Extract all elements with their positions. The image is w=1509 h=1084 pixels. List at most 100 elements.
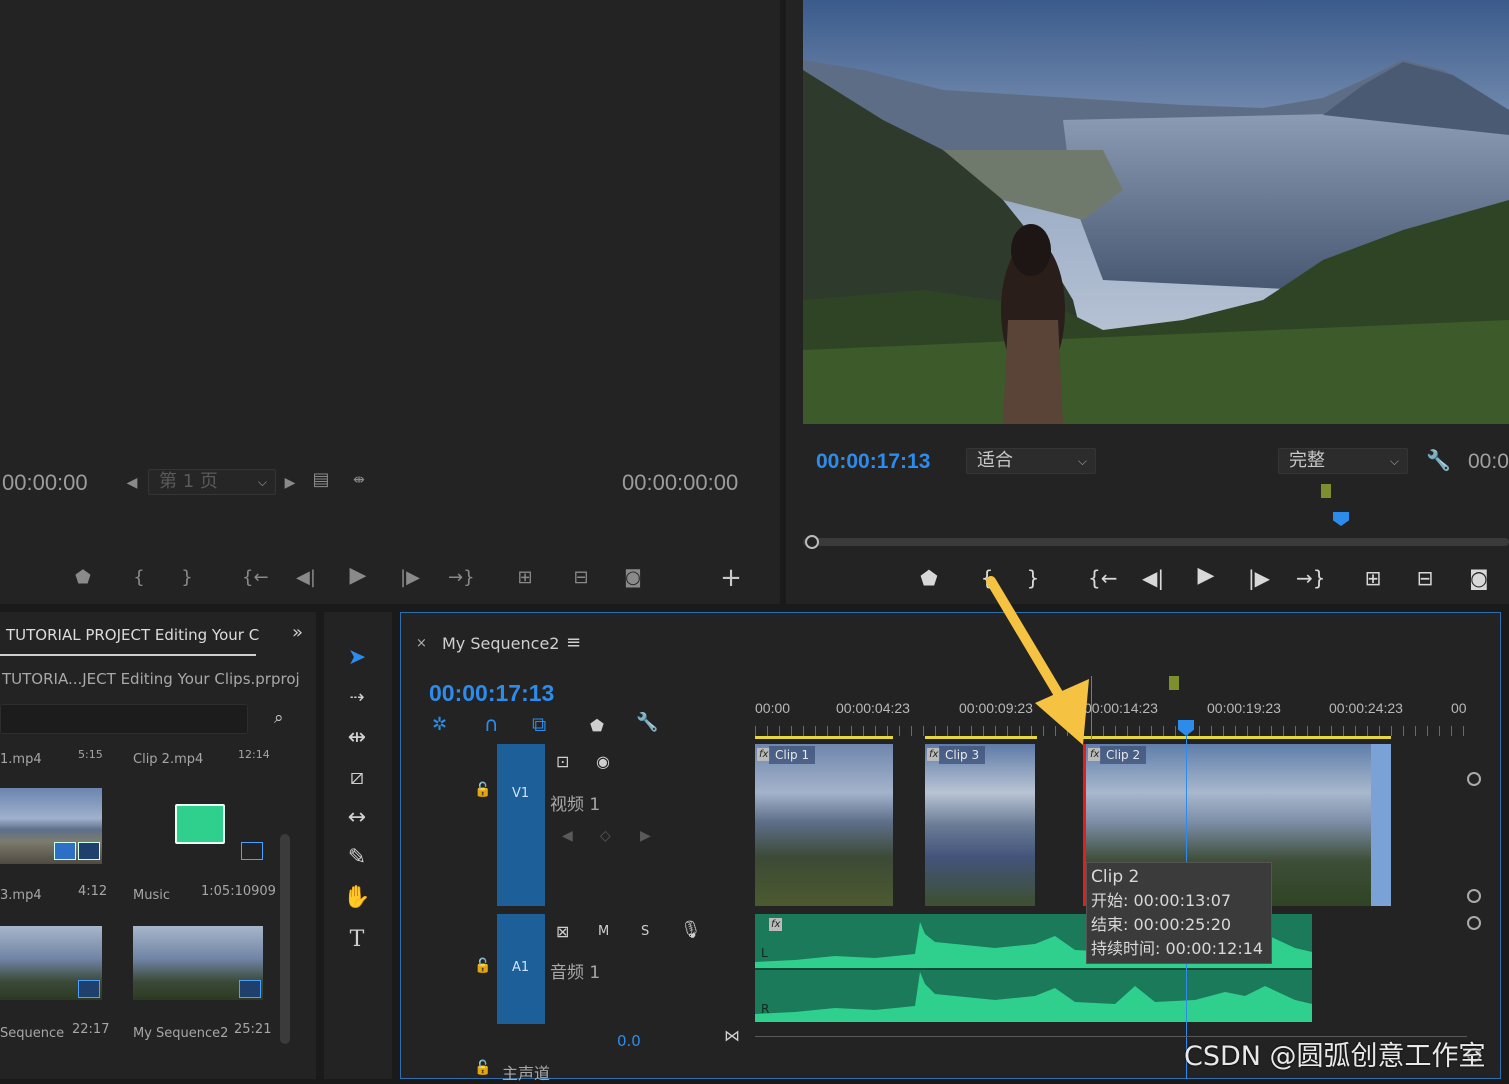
play-icon[interactable]: ▶ [346, 565, 370, 587]
next-page-icon[interactable]: ▶ [282, 473, 298, 493]
program-duration: 00:0 [1468, 450, 1509, 473]
scroll-handle-icon[interactable] [805, 535, 819, 549]
sequence-tab-title[interactable]: My Sequence2 [442, 634, 559, 653]
in-point-marker[interactable] [1169, 676, 1179, 690]
v1-target[interactable]: V1 [497, 744, 545, 906]
mix-volume-value[interactable]: 0.0 [617, 1032, 641, 1050]
razor-tool-icon[interactable]: ⧄ [336, 760, 378, 796]
prev-keyframe-icon[interactable]: ◀ [562, 828, 573, 844]
ruler-label: 00:00:04:23 [836, 700, 910, 716]
slip-tool-icon[interactable]: ↔ [336, 800, 378, 836]
work-area-bar[interactable] [755, 736, 893, 739]
pen-tool-icon[interactable]: ✎ [336, 840, 378, 876]
camera-icon[interactable]: ◙ [1466, 568, 1492, 588]
sequence2-thumbnail[interactable] [133, 926, 263, 1000]
menu-icon[interactable]: ≡ [566, 632, 581, 653]
add-marker-icon[interactable]: ⬟ [590, 716, 604, 735]
extract-icon[interactable]: ⊟ [1410, 568, 1440, 588]
add-keyframe-icon[interactable]: ◇ [600, 828, 611, 844]
v1-track-name: 视频 1 [550, 795, 601, 815]
go-to-out-icon[interactable]: →} [1296, 568, 1325, 588]
timeline-timecode[interactable]: 00:00:17:13 [429, 680, 554, 707]
step-back-icon[interactable]: ◀| [294, 568, 318, 588]
snap-icon[interactable]: ∩ [484, 712, 499, 736]
type-tool-icon[interactable]: T [336, 922, 378, 958]
eye-icon[interactable]: ◉ [596, 752, 610, 771]
item-2-duration: 12:14 [238, 748, 270, 761]
program-mini-ruler[interactable] [803, 484, 1509, 532]
selection-tool-icon[interactable]: ➤ [336, 640, 378, 676]
mute-button[interactable]: M [598, 924, 609, 939]
sequence-thumbnail[interactable] [0, 926, 102, 1000]
track-lock-icon[interactable]: 🔓 [474, 1060, 491, 1076]
play-icon[interactable]: ▶ [1194, 565, 1218, 587]
clip-thumbnail[interactable] [0, 788, 102, 864]
clip-label: Clip 2 [1100, 746, 1147, 764]
mix-track-name: 主声道 [502, 1064, 551, 1083]
zoom-scrollbar[interactable] [803, 535, 1509, 549]
ripple-edit-tool-icon[interactable]: ⇹ [336, 720, 378, 756]
nest-icon[interactable]: ✲ [432, 714, 447, 735]
wrench-icon[interactable]: 🔧 [1426, 450, 1451, 470]
in-point-marker[interactable] [1321, 484, 1331, 498]
sync-lock-icon[interactable]: ⊠ [556, 922, 569, 941]
clip-3[interactable]: fx Clip 3 [925, 744, 1035, 906]
solo-button[interactable]: S [641, 924, 649, 939]
mark-out-icon[interactable]: } [176, 568, 198, 588]
playhead-icon[interactable] [1333, 512, 1349, 526]
film-icon[interactable]: ▤ [308, 470, 334, 490]
timeline-ruler[interactable]: 00:00 00:00:04:23 00:00:09:23 00:00:14:2… [755, 676, 1467, 740]
scroll-handle-icon[interactable] [1467, 889, 1481, 903]
page-select[interactable]: 第 1 页 ⌵ [148, 469, 276, 495]
project-tab[interactable]: TUTORIAL PROJECT Editing Your C [0, 624, 259, 656]
marker-icon[interactable]: ⬟ [918, 568, 940, 588]
expand-panels-icon[interactable]: » [292, 622, 303, 643]
find-icon[interactable]: ⌕ [274, 708, 284, 728]
item-6-name: My Sequence2 [133, 1026, 229, 1041]
go-to-out-icon[interactable]: →} [448, 568, 475, 588]
program-monitor: 00:00:17:13 适合 ⌵ 完整 ⌵ 🔧 00:0 ⬟ { } {← ◀|… [786, 0, 1509, 604]
source-timecode-in[interactable]: 00:00:00 [2, 470, 88, 496]
scroll-handle-icon[interactable] [1467, 772, 1481, 786]
insert-icon[interactable]: ⊞ [510, 568, 540, 588]
marker-icon[interactable]: ⬟ [72, 568, 94, 588]
prev-page-icon[interactable]: ◀ [124, 473, 140, 493]
track-select-tool-icon[interactable]: ⇢ [336, 680, 378, 716]
clip-1[interactable]: fx Clip 1 [755, 744, 893, 906]
project-scrollbar[interactable] [280, 834, 290, 1044]
step-back-icon[interactable]: ◀| [1140, 568, 1166, 588]
work-area-bar[interactable] [1081, 736, 1391, 739]
tooltip-title: Clip 2 [1091, 867, 1140, 887]
search-input[interactable] [0, 704, 248, 734]
lift-icon[interactable]: ⊞ [1358, 568, 1388, 588]
toggle-sync-icon[interactable]: ⊡ [556, 752, 569, 771]
step-forward-icon[interactable]: |▶ [398, 568, 422, 588]
microphone-icon[interactable]: 🎙 [680, 920, 702, 940]
mix-toggle-icon[interactable]: ⋈ [724, 1026, 740, 1045]
overwrite-icon[interactable]: ⊟ [566, 568, 596, 588]
step-forward-icon[interactable]: |▶ [1246, 568, 1272, 588]
ruler-label: 00:00:14:23 [1084, 700, 1158, 716]
track-lock-icon[interactable]: 🔓 [474, 782, 491, 798]
mark-in-icon[interactable]: { [128, 568, 150, 588]
close-icon[interactable]: × [416, 636, 427, 651]
camera-icon[interactable]: ◙ [620, 568, 646, 588]
ruler-label: 00:00:24:23 [1329, 700, 1403, 716]
a1-target[interactable]: A1 [497, 914, 545, 1024]
quality-select[interactable]: 完整 ⌵ [1278, 448, 1408, 474]
add-button-icon[interactable]: + [718, 565, 744, 591]
fit-select[interactable]: 适合 ⌵ [966, 448, 1096, 474]
timeline-settings-icon[interactable]: 🔧 [636, 712, 658, 733]
linked-selection-icon[interactable]: ⧉ [532, 712, 546, 736]
drag-audio-icon[interactable]: ⇼ [346, 470, 372, 490]
program-timecode[interactable]: 00:00:17:13 [816, 450, 930, 474]
hand-tool-icon[interactable]: ✋ [336, 880, 378, 916]
item-3-name: 3.mp4 [0, 888, 42, 903]
go-to-in-icon[interactable]: {← [242, 568, 269, 588]
scroll-handle-icon[interactable] [1467, 916, 1481, 930]
clip-end-handle[interactable] [1371, 744, 1391, 906]
music-thumbnail[interactable] [133, 788, 263, 864]
ruler-label: 00:00:19:23 [1207, 700, 1281, 716]
track-lock-icon[interactable]: 🔓 [474, 958, 491, 974]
next-keyframe-icon[interactable]: ▶ [640, 828, 651, 844]
